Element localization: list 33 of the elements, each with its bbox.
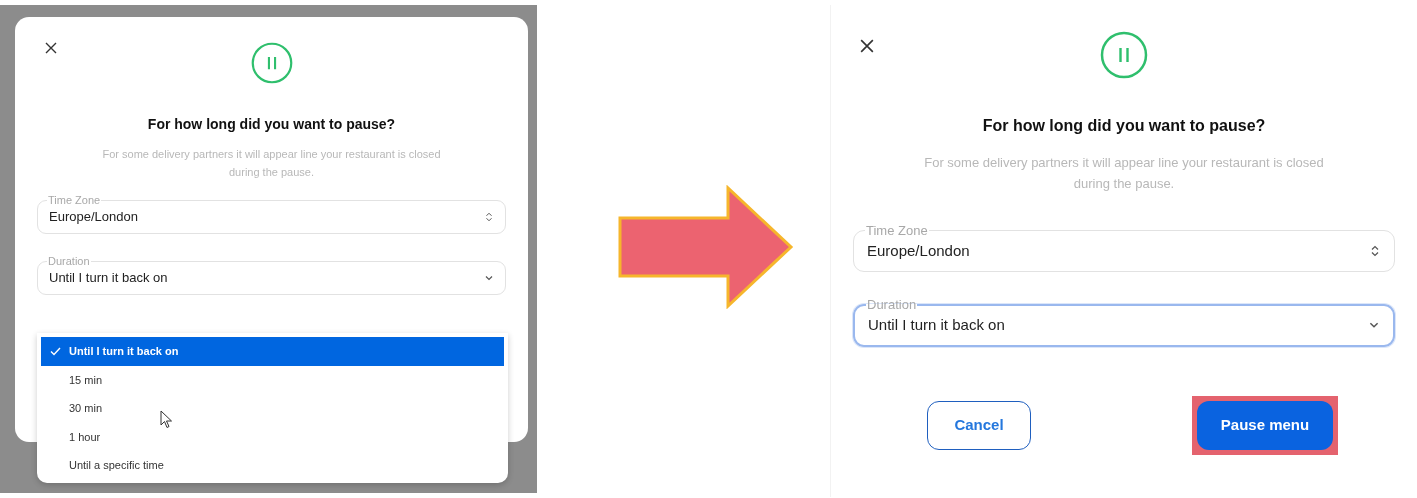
field-label: Duration [47, 256, 91, 267]
field-value: Until I turn it back on [49, 269, 168, 288]
dialog-description: For some delivery partners it will appear line your restaurant is closed during the pause. [923, 154, 1325, 193]
menu-option[interactable]: 15 min [41, 365, 504, 394]
menu-option[interactable]: Until I turn it back on [41, 337, 504, 366]
field-value: Europe/London [49, 208, 138, 227]
select-field[interactable]: Duration Until I turn it back on [37, 256, 506, 295]
pause-icon [250, 42, 293, 84]
menu-option[interactable]: 1 hour [41, 422, 504, 451]
up-down-chevron-icon [1369, 245, 1381, 257]
right-arrow-icon [618, 185, 794, 309]
pause-button[interactable]: Pause menu [1197, 401, 1333, 450]
field-value: Europe/London [867, 240, 970, 261]
select-field[interactable]: Time Zone Europe/London [853, 224, 1395, 272]
check-icon [49, 346, 61, 356]
field-label: Time Zone [865, 224, 929, 237]
field-value: Until I turn it back on [868, 314, 1005, 335]
dialog-description: For some delivery partners it will appear line your restaurant is closed during the pause. [101, 147, 442, 180]
cursor-icon [160, 410, 173, 429]
cancel-button[interactable]: Cancel [927, 401, 1031, 450]
field-label: Duration [866, 298, 918, 311]
select-field[interactable]: Duration Until I turn it back on [853, 298, 1395, 347]
pause-icon [1100, 31, 1148, 79]
menu-option[interactable]: Until a specific time [41, 451, 504, 480]
up-down-chevron-icon [484, 212, 494, 222]
close-icon[interactable] [45, 42, 57, 54]
chevron-down-icon [484, 273, 494, 283]
field-label: Time Zone [47, 195, 102, 206]
close-icon[interactable] [860, 39, 874, 53]
dialog-title: For how long did you want to pause? [982, 116, 1266, 136]
dialog-title: For how long did you want to pause? [147, 115, 396, 134]
select-field[interactable]: Time Zone Europe/London [37, 195, 506, 234]
menu-option[interactable]: 30 min [41, 394, 504, 423]
